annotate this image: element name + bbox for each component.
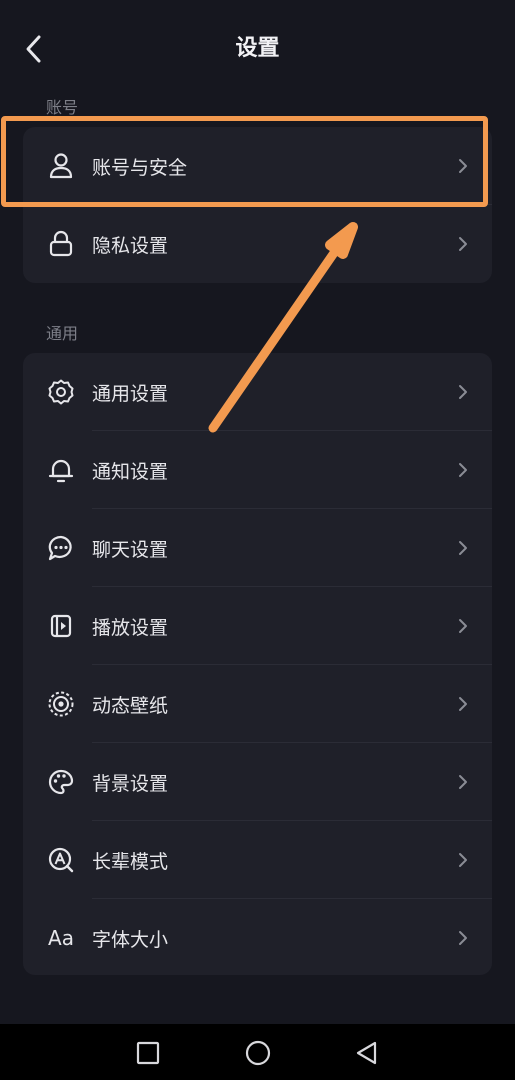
settings-item-label: 长辈模式 (92, 850, 169, 873)
settings-item-playback[interactable]: 播放设置 (23, 587, 492, 665)
settings-item-label: 播放设置 (92, 616, 169, 639)
settings-item-label: 聊天设置 (92, 538, 169, 561)
settings-item-notification[interactable]: 通知设置 (23, 431, 492, 509)
account-card: 账号与安全 隐私设置 (23, 127, 492, 283)
circle-icon (245, 1040, 271, 1066)
chevron-right-icon (459, 385, 467, 399)
palette-icon (47, 768, 75, 796)
settings-item-label: 通知设置 (92, 460, 169, 483)
settings-item-label: 通用设置 (92, 382, 169, 405)
settings-item-account-security[interactable]: 账号与安全 (23, 127, 492, 205)
settings-item-elder-mode[interactable]: 长辈模式 (23, 821, 492, 899)
chevron-right-icon (459, 159, 467, 173)
settings-item-chat[interactable]: 聊天设置 (23, 509, 492, 587)
chevron-right-icon (459, 237, 467, 251)
chevron-right-icon (459, 931, 467, 945)
settings-item-label: 字体大小 (92, 928, 169, 951)
settings-item-privacy[interactable]: 隐私设置 (23, 205, 492, 283)
settings-item-label: 动态壁纸 (92, 694, 169, 717)
lock-icon (47, 230, 75, 258)
back-nav-button[interactable] (354, 1040, 380, 1066)
square-icon (136, 1041, 160, 1065)
gear-icon (47, 378, 75, 406)
triangle-back-icon (356, 1041, 377, 1065)
chat-bubble-icon (47, 534, 75, 562)
chevron-right-icon (459, 463, 467, 477)
section-label-account: 账号 (46, 98, 79, 117)
live-wallpaper-icon (47, 690, 75, 718)
settings-item-font-size[interactable]: Aa 字体大小 (23, 899, 492, 975)
scroll-fade (0, 990, 515, 1026)
settings-item-background[interactable]: 背景设置 (23, 743, 492, 821)
bell-icon (47, 456, 75, 484)
font-size-icon: Aa (48, 926, 74, 950)
chevron-right-icon (459, 853, 467, 867)
general-card: 通用设置 通知设置 聊天设置 播放设置 动态壁纸 背景设置 长辈模式 Aa 字体… (23, 353, 492, 975)
settings-item-general[interactable]: 通用设置 (23, 353, 492, 431)
chevron-right-icon (459, 775, 467, 789)
chevron-right-icon (459, 697, 467, 711)
user-icon (47, 152, 75, 180)
chevron-right-icon (459, 541, 467, 555)
settings-item-label: 隐私设置 (92, 234, 169, 257)
settings-item-label: 背景设置 (92, 772, 169, 795)
chevron-right-icon (459, 619, 467, 633)
home-button[interactable] (245, 1040, 271, 1066)
settings-item-live-wallpaper[interactable]: 动态壁纸 (23, 665, 492, 743)
section-label-general: 通用 (46, 324, 79, 343)
play-device-icon (47, 612, 75, 640)
settings-item-label: 账号与安全 (92, 156, 188, 179)
page-title: 设置 (235, 36, 280, 61)
recents-button[interactable] (135, 1040, 161, 1066)
elder-mode-icon (47, 846, 75, 874)
top-bar: 设置 (0, 0, 515, 96)
system-nav-bar (0, 1024, 515, 1080)
